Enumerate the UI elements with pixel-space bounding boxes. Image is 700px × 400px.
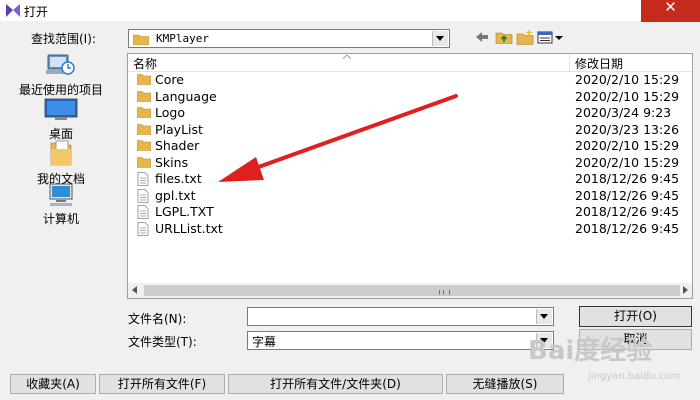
file-row[interactable]: gpl.txt 2018/12/26 9:45 [128, 187, 692, 206]
file-date: 2020/2/10 15:29 [575, 154, 680, 170]
list-header: 名称 修改日期 [128, 54, 692, 72]
folder-icon [136, 90, 152, 105]
file-name: URLList.txt [155, 220, 223, 236]
file-list[interactable]: 名称 修改日期 Core 2020/2/10 15:29 Language 2020/… [127, 53, 693, 299]
up-folder-icon[interactable] [494, 27, 514, 47]
folder-icon [133, 34, 149, 45]
file-date: 2020/2/10 15:29 [575, 138, 680, 153]
filename-dropdown-button[interactable] [536, 309, 552, 324]
computer-icon [49, 183, 73, 206]
file-date: 2020/2/10 15:29 [575, 88, 680, 104]
file-date: 2018/12/26 9:45 [575, 204, 680, 219]
folder-icon [136, 156, 152, 171]
filetype-label: 文件类型(T): [128, 335, 197, 349]
text-file-icon [137, 205, 149, 222]
desktop-icon [44, 98, 78, 120]
filetype-select[interactable]: 字幕 [247, 331, 554, 350]
folder-icon [136, 123, 152, 138]
chevron-down-icon [436, 36, 444, 41]
close-icon: ✕ [664, 0, 677, 16]
filetype-value: 字幕 [252, 335, 277, 349]
file-date: 2018/12/26 9:45 [575, 187, 680, 203]
file-row[interactable]: files.txt 2018/12/26 9:45 [128, 171, 692, 189]
file-date: 2020/3/23 13:26 [575, 121, 680, 137]
place-desktop[interactable]: 桌面 [6, 98, 116, 142]
lookin-value: KMPlayer [156, 32, 209, 45]
seamless-play-button[interactable]: 无缝播放(S) [446, 374, 564, 394]
column-name-header[interactable]: 名称 [133, 55, 157, 72]
chevron-down-icon [540, 314, 548, 319]
horizontal-scrollbar[interactable] [128, 283, 692, 298]
open-all-files-button[interactable]: 打开所有文件(F) [99, 374, 225, 394]
recent-items-icon [46, 54, 75, 75]
file-name: PlayList [155, 121, 203, 137]
file-date: 2018/12/26 9:45 [575, 171, 680, 186]
folder-icon [136, 73, 152, 88]
baidu-watermark-url: jingyan.baidu.com [588, 371, 681, 382]
file-row[interactable]: Logo 2020/3/24 9:23 [128, 105, 692, 121]
file-name: LGPL.TXT [155, 204, 214, 219]
open-all-files-folders-button[interactable]: 打开所有文件/文件夹(D) [228, 374, 443, 394]
baidu-watermark: Bai度经验 [528, 336, 653, 366]
filename-label: 文件名(N): [128, 312, 187, 326]
text-file-icon [137, 221, 149, 239]
lookin-label: 查找范围(I): [31, 32, 96, 46]
file-date: 2020/3/24 9:23 [575, 105, 672, 120]
file-name: Logo [155, 105, 185, 120]
grip-icon [439, 290, 450, 295]
place-label: 最近使用的项目 [18, 83, 103, 97]
scrollbar-thumb[interactable] [144, 285, 680, 296]
folder-icon [136, 106, 152, 121]
view-menu-icon[interactable] [537, 27, 565, 47]
text-file-icon [137, 188, 149, 206]
file-row[interactable]: Core 2020/2/10 15:29 [128, 72, 692, 88]
window-title: 打开 [24, 5, 49, 19]
file-name: Language [155, 88, 217, 104]
close-button[interactable]: ✕ [641, 0, 700, 22]
place-label: 计算机 [42, 212, 79, 226]
scroll-left-icon[interactable] [132, 286, 137, 294]
file-row[interactable]: LGPL.TXT 2018/12/26 9:45 [128, 204, 692, 222]
file-name: gpl.txt [155, 187, 196, 203]
file-name: Skins [155, 154, 189, 170]
column-date-header[interactable]: 修改日期 [575, 55, 623, 72]
file-row[interactable]: Skins 2020/2/10 15:29 [128, 154, 692, 171]
place-recent[interactable]: 最近使用的项目 [6, 52, 116, 98]
file-name: Core [155, 72, 184, 87]
filename-input[interactable] [247, 307, 554, 326]
place-documents[interactable]: 我的文档 [6, 139, 116, 187]
file-name: Shader [155, 138, 200, 153]
file-date: 2018/12/26 9:45 [575, 220, 680, 236]
app-icon [6, 4, 20, 17]
file-row[interactable]: PlayList 2020/3/23 13:26 [128, 121, 692, 138]
file-row[interactable]: Shader 2020/2/10 15:29 [128, 138, 692, 154]
column-separator[interactable] [569, 54, 570, 71]
folder-icon [136, 139, 152, 154]
favorites-button[interactable]: 收藏夹(A) [10, 374, 96, 394]
new-folder-icon[interactable] [515, 27, 535, 47]
sort-caret-icon [343, 54, 351, 59]
file-name: files.txt [155, 171, 202, 186]
scroll-right-icon[interactable] [683, 286, 688, 294]
documents-icon [50, 140, 72, 166]
back-arrow-icon[interactable] [472, 27, 492, 47]
file-row[interactable]: Language 2020/2/10 15:29 [128, 88, 692, 105]
title-bar: 打开 ✕ [0, 0, 700, 22]
file-date: 2020/2/10 15:29 [575, 72, 680, 87]
lookin-dropdown[interactable]: KMPlayer [128, 29, 450, 48]
lookin-dropdown-button[interactable] [432, 31, 448, 46]
place-computer[interactable]: 计算机 [6, 183, 116, 227]
file-row[interactable]: URLList.txt 2018/12/26 9:45 [128, 220, 692, 239]
open-button[interactable]: 打开(O) [579, 306, 692, 327]
text-file-icon [137, 172, 149, 189]
